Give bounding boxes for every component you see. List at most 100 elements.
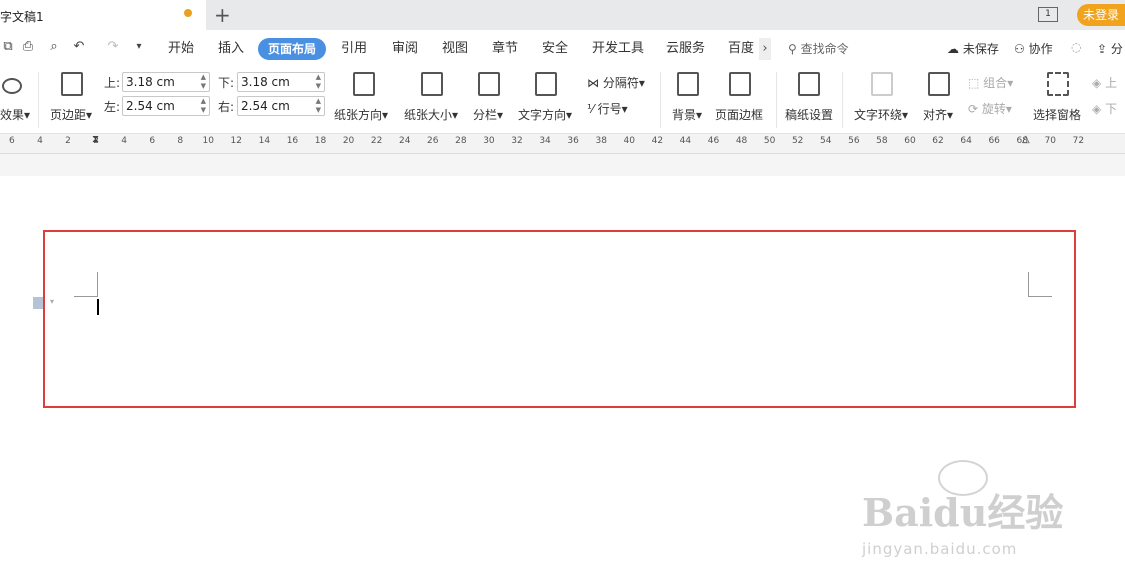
bottom-margin-input[interactable]: 3.18 cm ▲ ▼ (237, 72, 325, 92)
comment-icon[interactable]: ◌ (1071, 40, 1081, 54)
paper-size-label: 纸张大小▾ (404, 108, 459, 122)
columns-label: 分栏▾ (473, 108, 504, 122)
manuscript-label: 稿纸设置 (785, 108, 834, 122)
menu-baidu[interactable]: 百度 (728, 40, 754, 58)
menu-references[interactable]: 引用 (341, 40, 367, 58)
rotate-button[interactable]: ⟳ 旋转▾ (968, 100, 1012, 117)
selection-pane-label: 选择窗格 (1033, 108, 1082, 122)
top-margin-label: 上: (104, 76, 121, 90)
right-margin-label: 右: (218, 100, 235, 114)
breaks-button[interactable]: ⋈ 分隔符▾ (587, 74, 645, 91)
paragraph-icon[interactable] (33, 297, 43, 309)
bring-forward-icon: ◈ (1092, 76, 1102, 90)
ruler-tick-label: 6 (149, 136, 156, 146)
page-gap (0, 154, 1125, 176)
paper-size-icon (421, 72, 443, 96)
divider (38, 72, 39, 128)
print-preview-icon[interactable]: ⌕ (46, 39, 62, 55)
menu-view[interactable]: 视图 (442, 40, 468, 58)
horizontal-ruler[interactable]: 6 4 2 2 4 6 8 10 12 14 16 18 20 22 24 26 28 30 32 34 36 38 40 4… (0, 134, 1125, 154)
ruler-tick-label: 48 (735, 136, 748, 146)
right-margin-input[interactable]: 2.54 cm ▲ ▼ (237, 96, 325, 116)
share-icon: ⇪ (1097, 42, 1108, 56)
undo-icon[interactable]: ↶ (71, 39, 87, 55)
menu-security[interactable]: 安全 (542, 40, 568, 58)
rotate-icon: ⟳ (968, 102, 979, 116)
search-command[interactable]: ⚲ 查找命令 (788, 40, 849, 57)
text-wrap-button[interactable]: 文字环绕▾ (854, 72, 908, 122)
ruler-tick-label: 34 (539, 136, 551, 146)
customize-chevron-icon[interactable]: ▾ (131, 39, 147, 55)
watermark-brand: Baidu经验 (862, 490, 1064, 535)
menu-home[interactable]: 开始 (168, 40, 194, 58)
ruler-tick-label: 4 (121, 136, 127, 146)
menu-chapter[interactable]: 章节 (492, 40, 518, 58)
paper-size-button[interactable]: 纸张大小▾ (404, 72, 458, 122)
align-button[interactable]: 对齐▾ (923, 72, 953, 122)
watermark-url: jingyan.baidu.com (862, 540, 1018, 558)
margins-button[interactable]: 页边距▾ (50, 72, 92, 122)
page-border-button[interactable]: 页面边框 (715, 72, 763, 122)
text-direction-label: 文字方向▾ (518, 108, 573, 122)
ruler-tick-label: 50 (763, 136, 776, 146)
new-tab-button[interactable]: + (214, 3, 231, 27)
orientation-label: 纸张方向▾ (334, 108, 389, 122)
columns-button[interactable]: 分栏▾ (473, 72, 503, 122)
text-direction-icon (535, 72, 557, 96)
menu-cloud[interactable]: 云服务 (666, 40, 705, 58)
ruler-tick-label: 36 (567, 136, 579, 146)
more-tabs-chevron-icon[interactable]: › (759, 38, 771, 60)
line-numbers-button[interactable]: ⅟ 行号▾ (587, 100, 628, 117)
indent-marker-icon[interactable]: ⧗ (92, 134, 99, 145)
menu-page-layout[interactable]: 页面布局 (258, 38, 326, 60)
search-icon: ⚲ (788, 42, 797, 56)
page-border-label: 页面边框 (715, 108, 764, 122)
selection-pane-button[interactable]: 选择窗格 (1033, 72, 1081, 122)
page-indicator[interactable]: 1 (1038, 7, 1058, 22)
orientation-icon (353, 72, 375, 96)
ruler-tick-label: 10 (202, 136, 214, 146)
ruler-tick-label: 60 (904, 136, 916, 146)
ruler-tick-label: 28 (455, 136, 467, 146)
unsaved-button[interactable]: ☁ 未保存 (947, 40, 999, 57)
cloud-icon: ☁ (947, 42, 959, 56)
ruler-tick-label: 42 (651, 136, 664, 146)
align-icon (928, 72, 950, 96)
redo-icon[interactable]: ↷ (105, 39, 121, 55)
ruler-tick-label: 4 (37, 136, 43, 146)
print-icon[interactable]: ⎙ (20, 39, 36, 55)
manuscript-icon (798, 72, 820, 96)
bring-forward-button[interactable]: ◈ 上 (1092, 74, 1117, 91)
text-direction-button[interactable]: 文字方向▾ (518, 72, 572, 122)
ruler-tick-label: 30 (483, 136, 495, 146)
share-button[interactable]: ⇪ 分 (1097, 40, 1123, 57)
effects-button[interactable]: 效果▾ (0, 72, 30, 122)
user-icon: ⚇ (1014, 42, 1025, 56)
divider (660, 72, 661, 128)
right-indent-marker-icon[interactable]: △ (1022, 134, 1030, 145)
margins-label: 页边距▾ (50, 108, 93, 122)
ribbon: 效果▾ 页边距▾ 上: 3.18 cm ▲ ▼ 左: 2.54 cm ▲ ▼ 下: 3.… (0, 66, 1125, 134)
manuscript-button[interactable]: 稿纸设置 (785, 72, 833, 122)
top-margin-input[interactable]: 3.18 cm ▲ ▼ (122, 72, 210, 92)
effects-icon (2, 78, 22, 94)
orientation-button[interactable]: 纸张方向▾ (334, 72, 388, 122)
menu-developer[interactable]: 开发工具 (592, 40, 644, 58)
group-button[interactable]: ⬚ 组合▾ (968, 74, 1013, 91)
send-backward-button[interactable]: ◈ 下 (1092, 100, 1117, 117)
login-button[interactable]: 未登录 (1077, 4, 1125, 26)
title-bar: 字文稿1 + 1 未登录 (0, 0, 1125, 30)
ruler-tick-label: 66 (988, 136, 1000, 146)
save-icon[interactable]: ⧉ (0, 39, 16, 55)
document-tab[interactable]: 字文稿1 (0, 0, 206, 30)
left-margin-input[interactable]: 2.54 cm ▲ ▼ (122, 96, 210, 116)
background-button[interactable]: 背景▾ (672, 72, 702, 122)
effects-label: 效果▾ (0, 108, 31, 122)
menu-review[interactable]: 审阅 (392, 40, 418, 58)
collab-button[interactable]: ⚇ 协作 (1014, 40, 1053, 57)
text-wrap-label: 文字环绕▾ (854, 108, 909, 122)
margins-icon (61, 72, 83, 96)
ruler-tick-label: 44 (679, 136, 692, 146)
menu-insert[interactable]: 插入 (218, 40, 244, 58)
highlight-box (43, 230, 1076, 408)
